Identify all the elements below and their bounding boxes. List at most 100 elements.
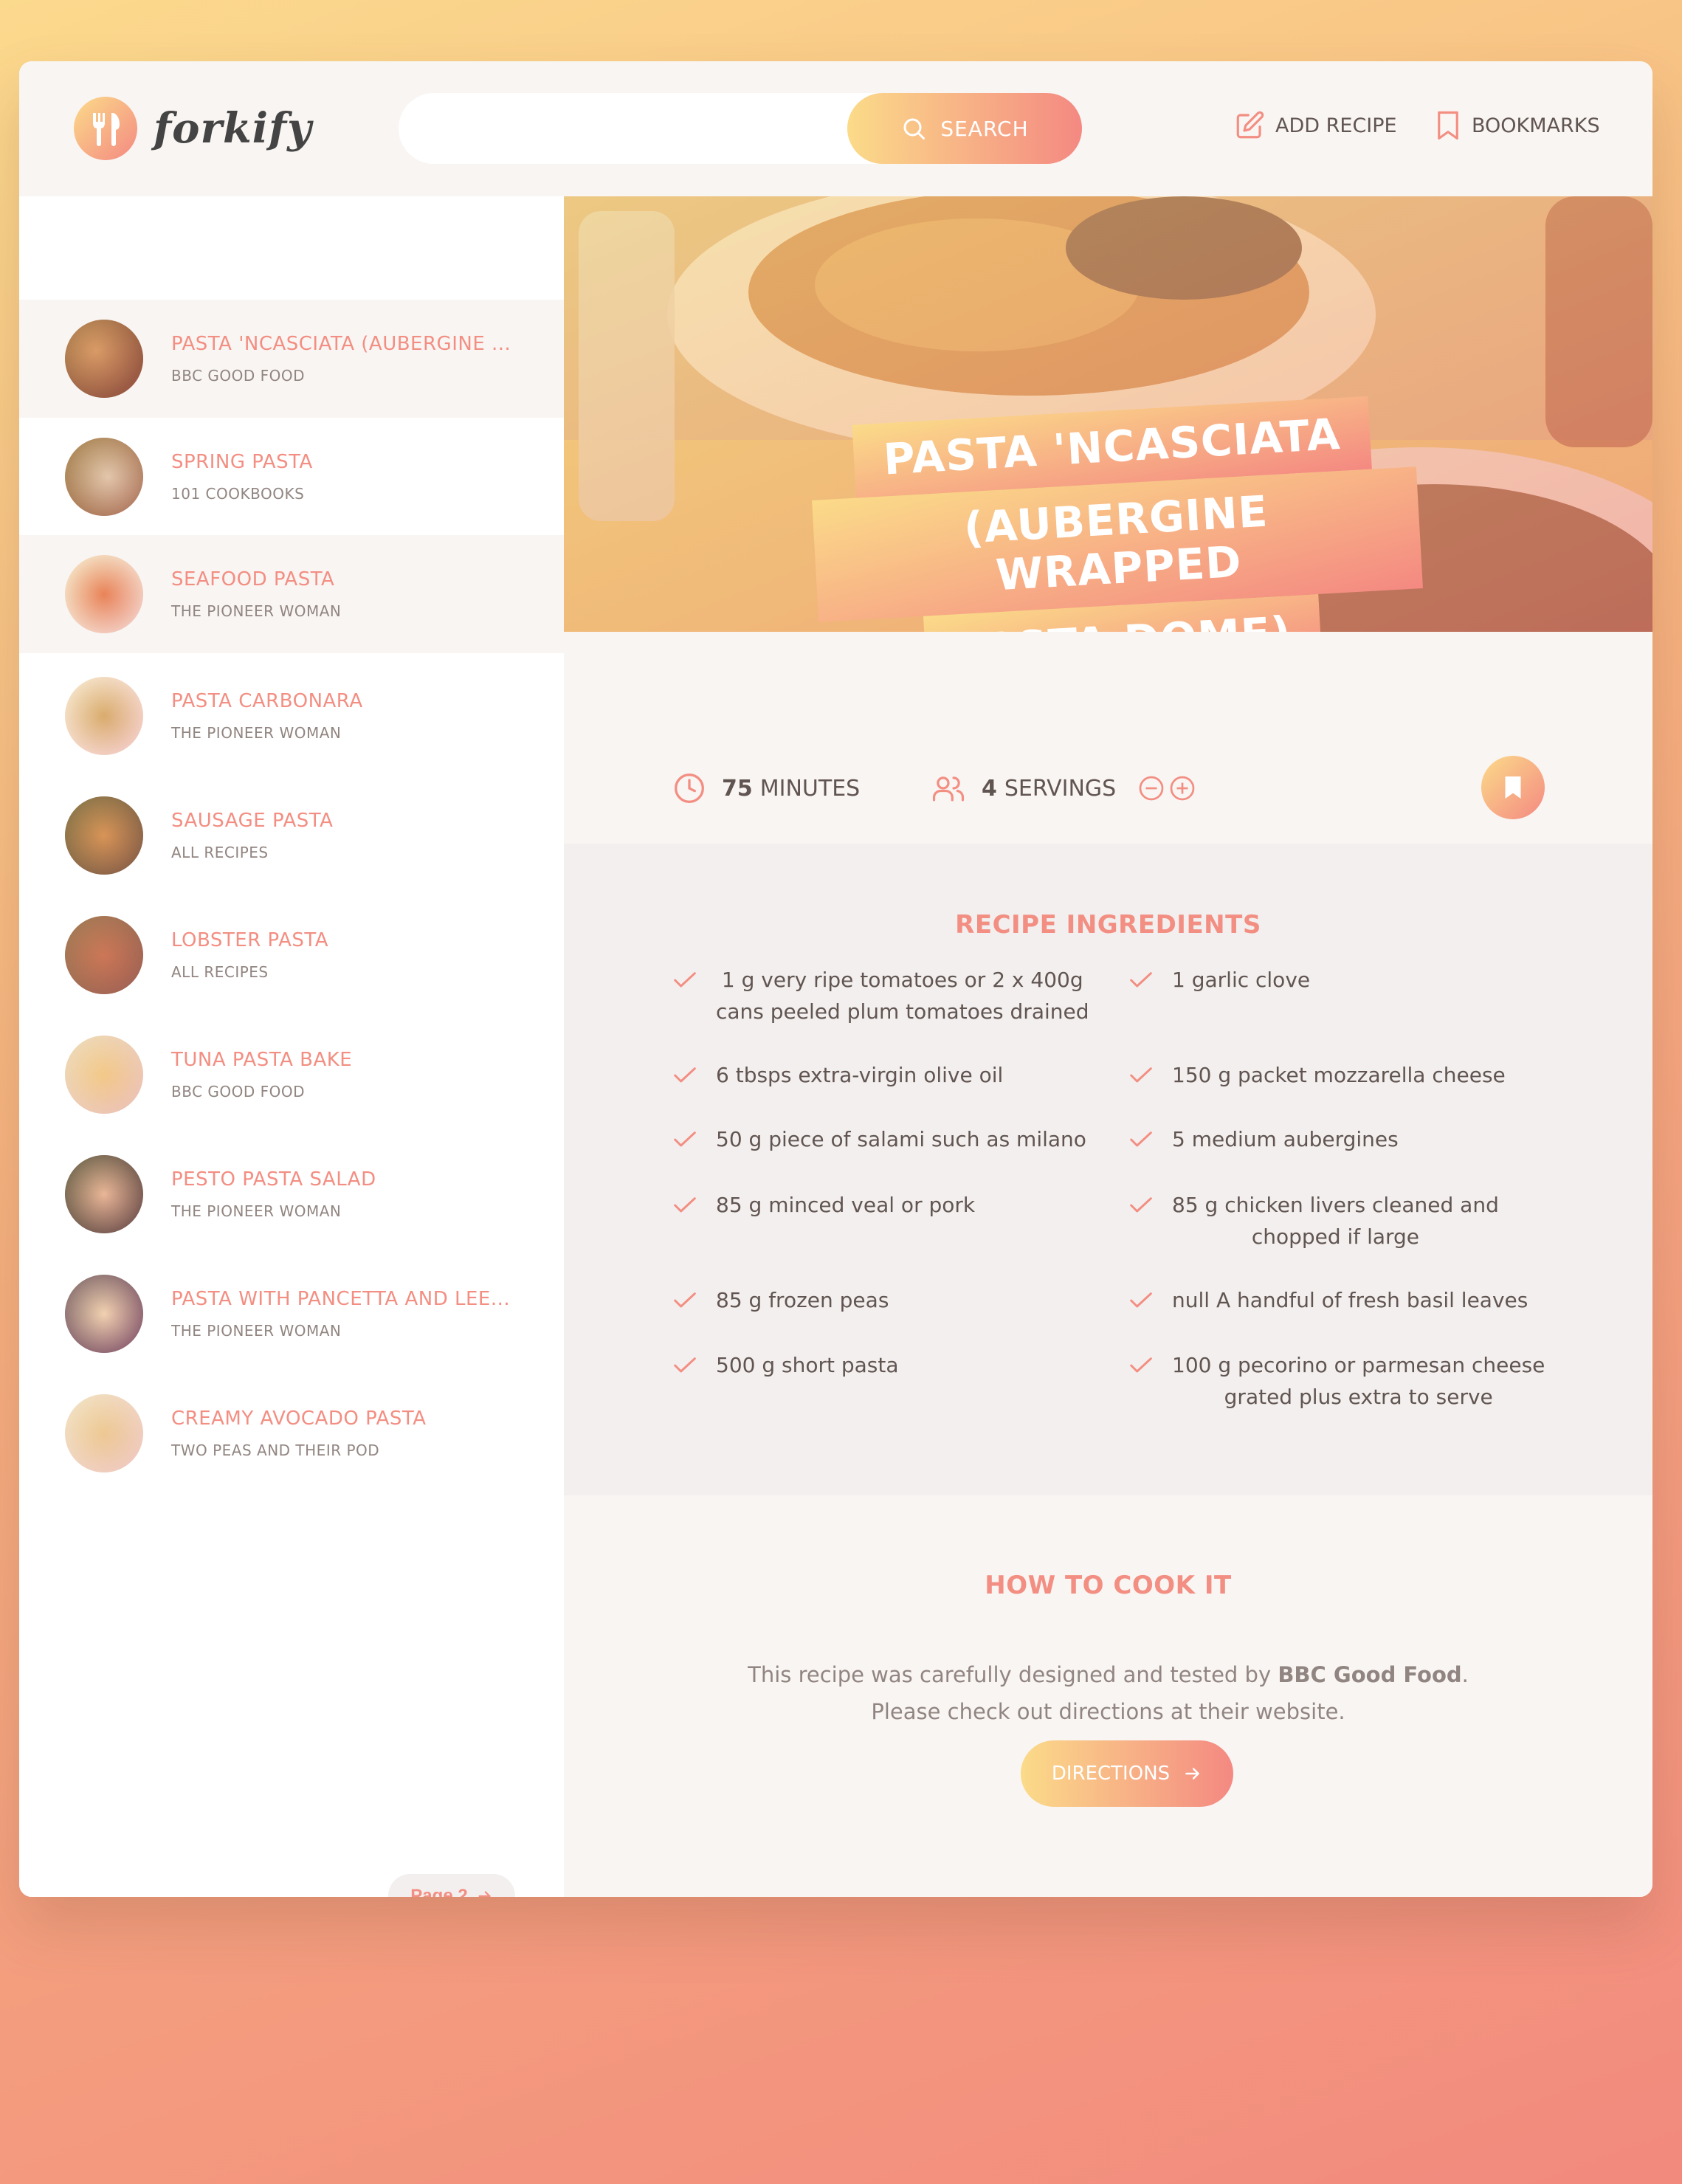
result-publisher: 101 COOKBOOKS bbox=[171, 485, 305, 503]
directions-text-part: This recipe was carefully designed and t… bbox=[748, 1662, 1278, 1687]
ingredient-text: 1 g very ripe tomatoes or 2 x 400g bbox=[721, 968, 1083, 992]
ingredient-item: 100 g pecorino or parmesan cheese grated … bbox=[1129, 1349, 1545, 1413]
search-button-label: SEARCH bbox=[940, 116, 1029, 141]
next-page-button[interactable]: Page 2 bbox=[388, 1874, 515, 1897]
add-recipe-label: ADD RECIPE bbox=[1275, 114, 1397, 137]
directions-button[interactable]: DIRECTIONS bbox=[1021, 1740, 1233, 1807]
ingredient-item: 150 g packet mozzarella cheese bbox=[1129, 1059, 1506, 1091]
result-publisher: BBC GOOD FOOD bbox=[171, 1083, 306, 1100]
result-item[interactable]: SAUSAGE PASTA ALL RECIPES bbox=[19, 776, 564, 895]
result-publisher: THE PIONEER WOMAN bbox=[171, 724, 342, 742]
result-title: SPRING PASTA bbox=[171, 451, 313, 473]
add-recipe-button[interactable]: ADD RECIPE bbox=[1234, 110, 1397, 141]
result-item[interactable]: PESTO PASTA SALAD THE PIONEER WOMAN bbox=[19, 1135, 564, 1253]
check-icon bbox=[1130, 972, 1152, 988]
bookmarks-label: BOOKMARKS bbox=[1472, 114, 1600, 137]
clock-icon bbox=[675, 774, 704, 803]
result-publisher: THE PIONEER WOMAN bbox=[171, 1322, 342, 1340]
result-item[interactable]: CREAMY AVOCADO PASTA TWO PEAS AND THEIR … bbox=[19, 1374, 564, 1492]
result-thumbnail bbox=[65, 796, 143, 875]
result-thumbnail bbox=[65, 320, 143, 398]
check-icon bbox=[1130, 1197, 1152, 1213]
app-window: forkify SEARCH ADD RECIPE BOOKMARKS PAST… bbox=[19, 61, 1652, 1897]
result-item[interactable]: SEAFOOD PASTA THE PIONEER WOMAN bbox=[19, 535, 564, 653]
ingredient-item: 5 medium aubergines bbox=[1129, 1123, 1399, 1155]
ingredient-item: 1 garlic clove bbox=[1129, 964, 1310, 996]
ingredient-item: 85 g chicken livers cleaned and chopped i… bbox=[1129, 1189, 1499, 1253]
ingredient-text: 85 g chicken livers cleaned and bbox=[1172, 1193, 1499, 1217]
ingredient-text: 500 g short pasta bbox=[716, 1353, 899, 1377]
result-title: SAUSAGE PASTA bbox=[171, 810, 334, 832]
result-thumbnail bbox=[65, 677, 143, 755]
recipe-title: PASTA 'NCASCIATA (AUBERGINE WRAPPED PAST… bbox=[808, 393, 1427, 632]
result-title: CREAMY AVOCADO PASTA bbox=[171, 1408, 427, 1430]
search-button[interactable]: SEARCH bbox=[847, 93, 1082, 164]
result-item[interactable]: LOBSTER PASTA ALL RECIPES bbox=[19, 896, 564, 1014]
result-item[interactable]: PASTA 'NCASCIATA (AUBERGINE ... BBC GOOD… bbox=[19, 300, 564, 418]
directions-button-label: DIRECTIONS bbox=[1051, 1763, 1171, 1785]
ingredient-text: chopped if large bbox=[1251, 1224, 1420, 1249]
ingredient-text: 85 g minced veal or pork bbox=[716, 1193, 976, 1217]
search-input[interactable] bbox=[428, 93, 841, 164]
search-results: PASTA 'NCASCIATA (AUBERGINE ... BBC GOOD… bbox=[19, 196, 564, 1897]
fork-knife-icon bbox=[74, 97, 137, 160]
check-icon bbox=[674, 1067, 696, 1083]
search-icon bbox=[903, 118, 926, 139]
next-page-label: Page 2 bbox=[410, 1886, 468, 1897]
result-thumbnail bbox=[65, 555, 143, 633]
bookmark-fill-icon bbox=[1505, 776, 1521, 799]
check-icon bbox=[674, 1357, 696, 1373]
plus-circle-icon[interactable] bbox=[1169, 775, 1196, 802]
ingredient-text: 1 garlic clove bbox=[1172, 968, 1311, 992]
result-thumbnail bbox=[65, 916, 143, 994]
ingredient-item: 1 g very ripe tomatoes or 2 x 400g cans p… bbox=[673, 964, 1089, 1027]
result-item[interactable]: PASTA WITH PANCETTA AND LEE... THE PIONE… bbox=[19, 1255, 564, 1373]
result-title: LOBSTER PASTA bbox=[171, 929, 329, 951]
servings-value: 4 bbox=[982, 775, 997, 802]
ingredient-item: 85 g minced veal or pork bbox=[673, 1189, 975, 1221]
app-name: forkify bbox=[154, 104, 312, 153]
directions-publisher: BBC Good Food bbox=[1278, 1662, 1462, 1687]
result-thumbnail bbox=[65, 1275, 143, 1353]
result-item[interactable]: PASTA CARBONARA THE PIONEER WOMAN bbox=[19, 657, 564, 775]
check-icon bbox=[1130, 1357, 1152, 1373]
result-thumbnail bbox=[65, 438, 143, 516]
check-icon bbox=[674, 1197, 696, 1213]
logo[interactable]: forkify bbox=[74, 97, 312, 160]
ingredient-text: cans peeled plum tomatoes drained bbox=[716, 999, 1089, 1024]
ingredients-section: RECIPE INGREDIENTS 1 g very ripe tomatoe… bbox=[564, 844, 1652, 1495]
ingredient-item: 500 g short pasta bbox=[673, 1349, 899, 1381]
check-icon bbox=[1130, 1067, 1152, 1083]
arrow-right-icon bbox=[1185, 1768, 1199, 1780]
arrow-right-icon bbox=[478, 1891, 491, 1897]
header: forkify SEARCH ADD RECIPE BOOKMARKS bbox=[19, 61, 1652, 196]
ingredient-item: 85 g frozen peas bbox=[673, 1284, 889, 1316]
bookmarks-button[interactable]: BOOKMARKS bbox=[1435, 110, 1600, 141]
ingredient-text: grated plus extra to serve bbox=[1224, 1385, 1493, 1409]
result-thumbnail bbox=[65, 1036, 143, 1114]
result-title: PASTA 'NCASCIATA (AUBERGINE ... bbox=[171, 333, 511, 355]
recipe-view: PASTA 'NCASCIATA (AUBERGINE WRAPPED PAST… bbox=[564, 196, 1652, 1897]
search-form: SEARCH bbox=[399, 93, 1082, 164]
result-publisher: THE PIONEER WOMAN bbox=[171, 1202, 342, 1220]
check-icon bbox=[1130, 1131, 1152, 1147]
result-title: SEAFOOD PASTA bbox=[171, 568, 335, 590]
ingredient-item: 50 g piece of salami such as milano bbox=[673, 1123, 1086, 1155]
result-publisher: ALL RECIPES bbox=[171, 963, 269, 981]
result-item[interactable]: TUNA PASTA BAKE BBC GOOD FOOD bbox=[19, 1016, 564, 1134]
servings: 4 SERVINGS bbox=[931, 772, 1212, 805]
ingredient-text: 5 medium aubergines bbox=[1172, 1127, 1399, 1151]
check-icon bbox=[1130, 1292, 1152, 1308]
ingredients-title: RECIPE INGREDIENTS bbox=[955, 910, 1261, 940]
result-item[interactable]: SPRING PASTA 101 COOKBOOKS bbox=[19, 418, 564, 536]
directions-title: HOW TO COOK IT bbox=[985, 1571, 1232, 1600]
ingredient-text: 100 g pecorino or parmesan cheese bbox=[1172, 1353, 1545, 1377]
result-title: PASTA WITH PANCETTA AND LEE... bbox=[171, 1288, 511, 1310]
bookmark-recipe-button[interactable] bbox=[1481, 756, 1545, 819]
minus-circle-icon[interactable] bbox=[1138, 775, 1165, 802]
ingredient-item: 6 tbsps extra-virgin olive oil bbox=[673, 1059, 1003, 1091]
recipe-details: 75 MINUTES 4 SERVINGS bbox=[564, 632, 1652, 844]
result-thumbnail bbox=[65, 1155, 143, 1233]
edit-icon bbox=[1236, 111, 1264, 139]
cooking-time-unit: MINUTES bbox=[759, 775, 861, 802]
